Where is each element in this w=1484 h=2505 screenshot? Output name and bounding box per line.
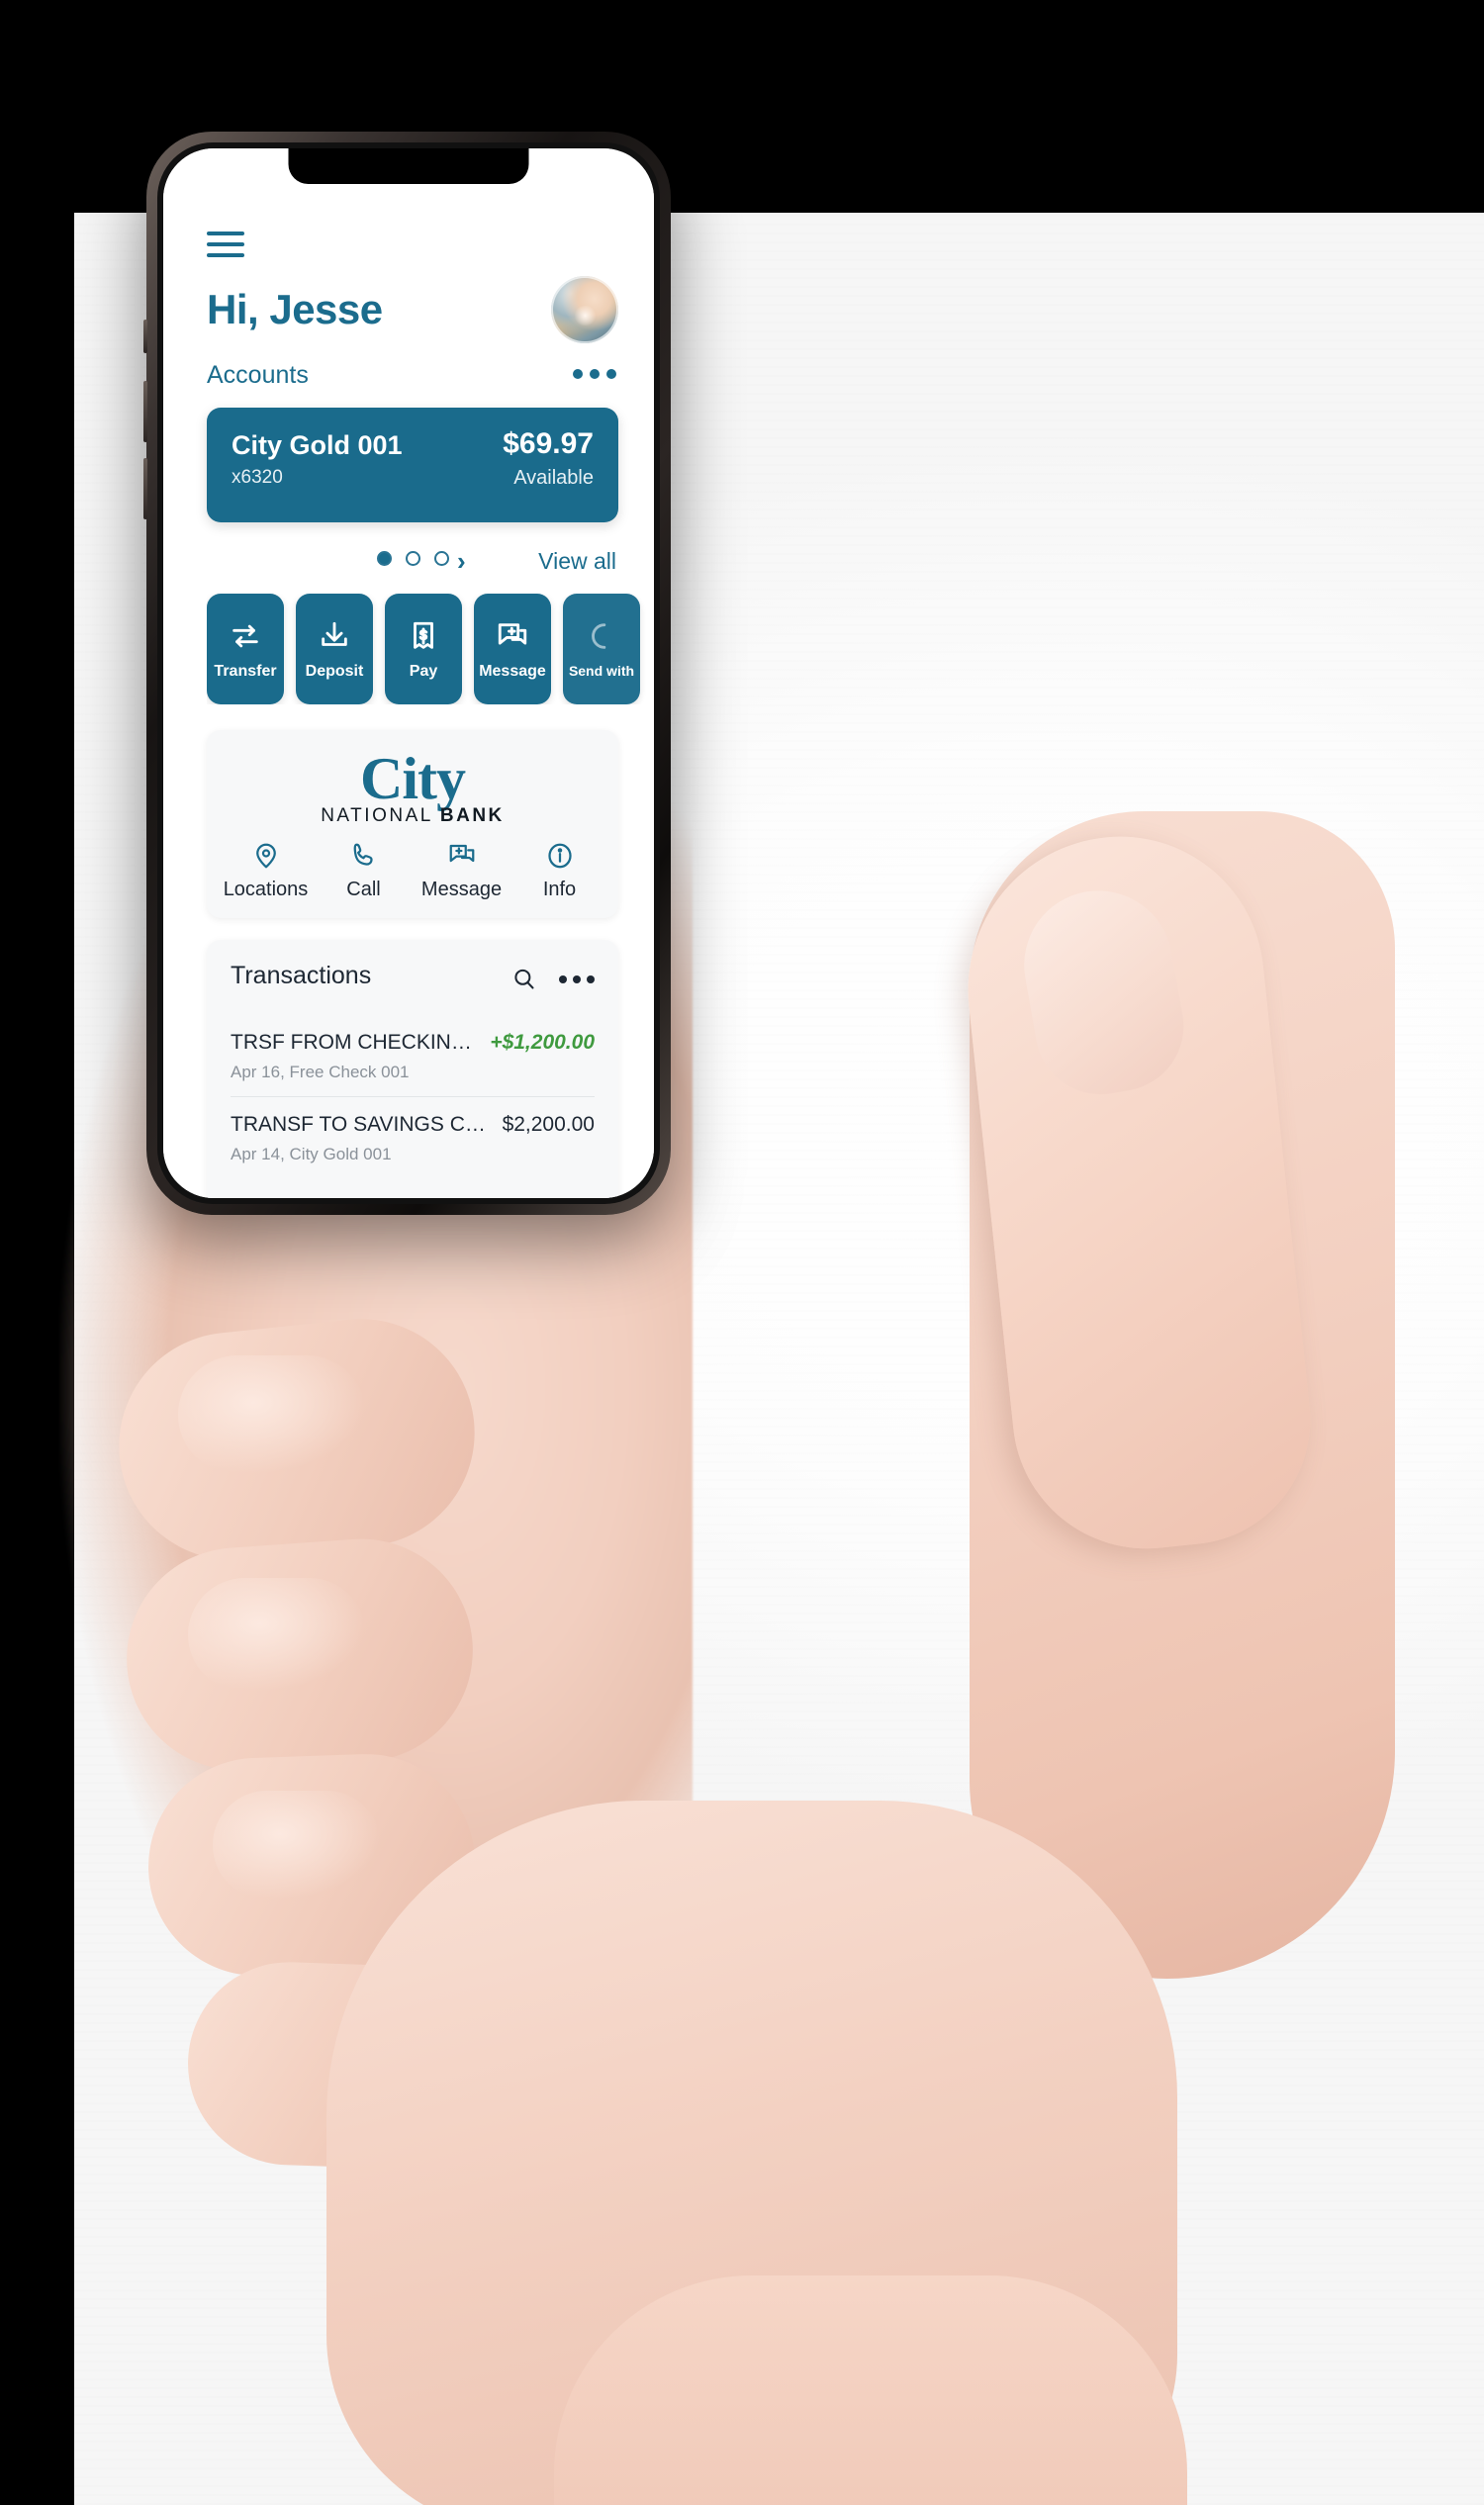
transaction-description: TRSF FROM CHECKING ACCOUNT 1… (231, 1031, 480, 1054)
download-tray-icon (322, 621, 347, 646)
hamburger-bar (207, 242, 244, 246)
bank-logo-national: NATIONAL (321, 805, 433, 826)
quick-action-label: Message (479, 662, 546, 680)
quick-action-label: Transfer (214, 662, 277, 680)
account-number: x6320 (232, 467, 283, 488)
pay-button[interactable]: Pay (385, 594, 462, 704)
search-icon[interactable] (510, 966, 537, 992)
transactions-list: TRSF FROM CHECKING ACCOUNT 1… +$1,200.00… (231, 1015, 595, 1178)
bank-link-label: Call (346, 879, 381, 900)
bank-links-row: Locations Call Message Info (217, 841, 608, 901)
dot (606, 369, 616, 379)
table-row[interactable]: TRANSF TO SAVINGS CONFIRMATIO… $2,200.00… (231, 1097, 595, 1178)
info-circle-icon (547, 843, 572, 869)
phone-volume-down-button (143, 458, 147, 519)
phone-mute-switch (143, 320, 147, 353)
zelle-icon (592, 622, 606, 649)
message-button[interactable]: Message (474, 594, 551, 704)
bank-logo: City NATIONAL BANK (207, 748, 618, 827)
chat-plus-icon (498, 622, 527, 644)
carousel-dots[interactable] (377, 551, 449, 566)
message-link[interactable]: Message (413, 841, 510, 901)
hamburger-menu-icon[interactable] (207, 232, 244, 257)
account-card[interactable]: City Gold 001 x6320 $69.97 Available (207, 408, 618, 522)
account-balance-label: Available (513, 467, 594, 489)
transfer-button[interactable]: Transfer (207, 594, 284, 704)
dot (573, 369, 583, 379)
phone-notch (288, 148, 529, 184)
transaction-primary-line: TRANSF TO SAVINGS CONFIRMATIO… $2,200.00 (231, 1113, 595, 1137)
account-name: City Gold 001 (232, 430, 403, 460)
banking-app: Hi, Jesse Accounts City Gold 001 x6320 $… (163, 148, 654, 1198)
carousel-dot[interactable] (406, 551, 420, 566)
bank-logo-bank: BANK (439, 805, 505, 826)
dot (573, 974, 581, 983)
transfer-arrows-icon (232, 624, 258, 647)
deposit-button[interactable]: Deposit (296, 594, 373, 704)
transactions-header: Transactions (231, 962, 595, 1001)
transaction-meta: Apr 16, Free Check 001 (231, 1063, 410, 1081)
transaction-primary-line: TRSF FROM CHECKING ACCOUNT 1… +$1,200.00 (231, 1031, 595, 1055)
bank-logo-wordmark: City (360, 746, 466, 811)
accounts-header: Accounts (207, 361, 618, 395)
accounts-pagination-row: › View all (207, 542, 618, 578)
app-scroll-area[interactable]: Hi, Jesse Accounts City Gold 001 x6320 $… (163, 148, 654, 1198)
screenshot-stage: Hi, Jesse Accounts City Gold 001 x6320 $… (0, 0, 1484, 2505)
account-balance: $69.97 (503, 427, 594, 460)
greeting-row: Hi, Jesse (207, 273, 618, 346)
table-row[interactable]: TRSF FROM CHECKING ACCOUNT 1… +$1,200.00… (231, 1015, 595, 1097)
phone-screen: Hi, Jesse Accounts City Gold 001 x6320 $… (163, 148, 654, 1198)
quick-actions-row[interactable]: Transfer Deposit Pay Message Send with (207, 594, 654, 704)
view-all-link[interactable]: View all (538, 548, 616, 575)
more-options-icon[interactable] (559, 974, 595, 983)
receipt-dollar-icon (414, 621, 433, 649)
hamburger-bar (207, 232, 244, 235)
dot (559, 974, 567, 983)
locations-link[interactable]: Locations (217, 841, 315, 901)
bank-info-card: City NATIONAL BANK Locations Call Messag… (207, 730, 618, 918)
transactions-card: Transactions TRSF FROM CHECKING +$1,200.… (207, 940, 618, 1198)
carousel-dot-active[interactable] (377, 551, 392, 566)
transactions-header-actions (510, 966, 595, 992)
phone-icon (353, 843, 373, 866)
dot (587, 974, 595, 983)
bank-link-label: Message (420, 879, 503, 900)
transaction-description: TRANSF TO SAVINGS CONFIRMATIO… (231, 1113, 493, 1136)
accounts-title: Accounts (207, 361, 309, 389)
transaction-amount: $2,200.00 (502, 1113, 595, 1136)
chevron-right-icon[interactable]: › (457, 546, 466, 577)
quick-action-label: Pay (409, 662, 438, 680)
carousel-dot[interactable] (434, 551, 449, 566)
quick-action-label: Send with (568, 662, 635, 679)
avatar[interactable] (551, 276, 618, 343)
phone-volume-up-button (143, 381, 147, 442)
transaction-amount: +$1,200.00 (490, 1031, 595, 1054)
bank-link-label: Locations (223, 879, 309, 900)
map-pin-icon (255, 843, 276, 869)
quick-action-label: Deposit (305, 662, 364, 680)
bank-logo-subtext: NATIONAL BANK (207, 805, 618, 827)
chat-plus-icon (449, 844, 474, 863)
hamburger-bar (207, 253, 244, 257)
dot (590, 369, 600, 379)
bank-link-label: Info (542, 879, 577, 900)
phone-bezel: Hi, Jesse Accounts City Gold 001 x6320 $… (157, 142, 660, 1204)
info-link[interactable]: Info (510, 841, 608, 901)
more-options-icon[interactable] (573, 369, 616, 379)
call-link[interactable]: Call (315, 841, 413, 901)
transaction-meta: Apr 14, City Gold 001 (231, 1145, 392, 1163)
phone-device: Hi, Jesse Accounts City Gold 001 x6320 $… (143, 132, 671, 1215)
send-with-zelle-button[interactable]: Send with (563, 594, 640, 704)
